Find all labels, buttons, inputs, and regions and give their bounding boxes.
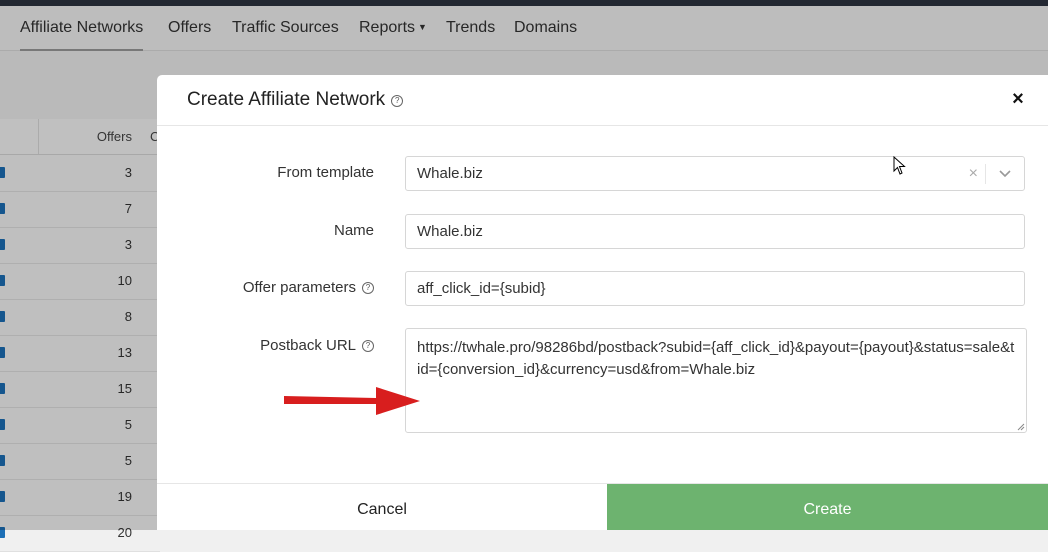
select-divider	[985, 164, 986, 184]
offer-parameters-value: aff_click_id={subid}	[417, 280, 546, 297]
name-input[interactable]: Whale.biz	[405, 214, 1025, 249]
postback-url-value: https://twhale.pro/98286bd/postback?subi…	[417, 339, 1015, 378]
mouse-cursor-icon	[893, 156, 906, 175]
red-arrow-annotation	[284, 387, 420, 415]
offer-parameters-label: Offer parameters?	[243, 279, 374, 296]
close-icon[interactable]: ×	[1008, 89, 1028, 109]
dialog-footer: Cancel Create	[157, 483, 1048, 530]
offer-parameters-input[interactable]: aff_click_id={subid}	[405, 271, 1025, 306]
resize-handle-icon[interactable]	[1017, 423, 1025, 431]
template-label: From template	[277, 164, 374, 181]
create-affiliate-network-dialog: Create Affiliate Network? × From templat…	[157, 75, 1048, 530]
name-input-value: Whale.biz	[417, 223, 483, 240]
help-icon[interactable]: ?	[391, 95, 404, 107]
help-icon[interactable]: ?	[362, 340, 374, 352]
name-label: Name	[333, 222, 374, 239]
help-icon[interactable]: ?	[362, 282, 374, 294]
chevron-down-icon[interactable]	[998, 166, 1012, 180]
template-select-value: Whale.biz	[417, 165, 483, 182]
dialog-title: Create Affiliate Network?	[187, 75, 404, 125]
postback-url-textarea[interactable]: https://twhale.pro/98286bd/postback?subi…	[405, 328, 1027, 433]
template-select[interactable]: Whale.biz ×	[405, 156, 1025, 191]
create-button[interactable]: Create	[607, 484, 1048, 530]
dialog-header: Create Affiliate Network? ×	[157, 75, 1048, 126]
postback-url-label: Postback URL?	[260, 337, 374, 354]
clear-icon[interactable]: ×	[969, 157, 978, 190]
cancel-button[interactable]: Cancel	[157, 484, 607, 530]
